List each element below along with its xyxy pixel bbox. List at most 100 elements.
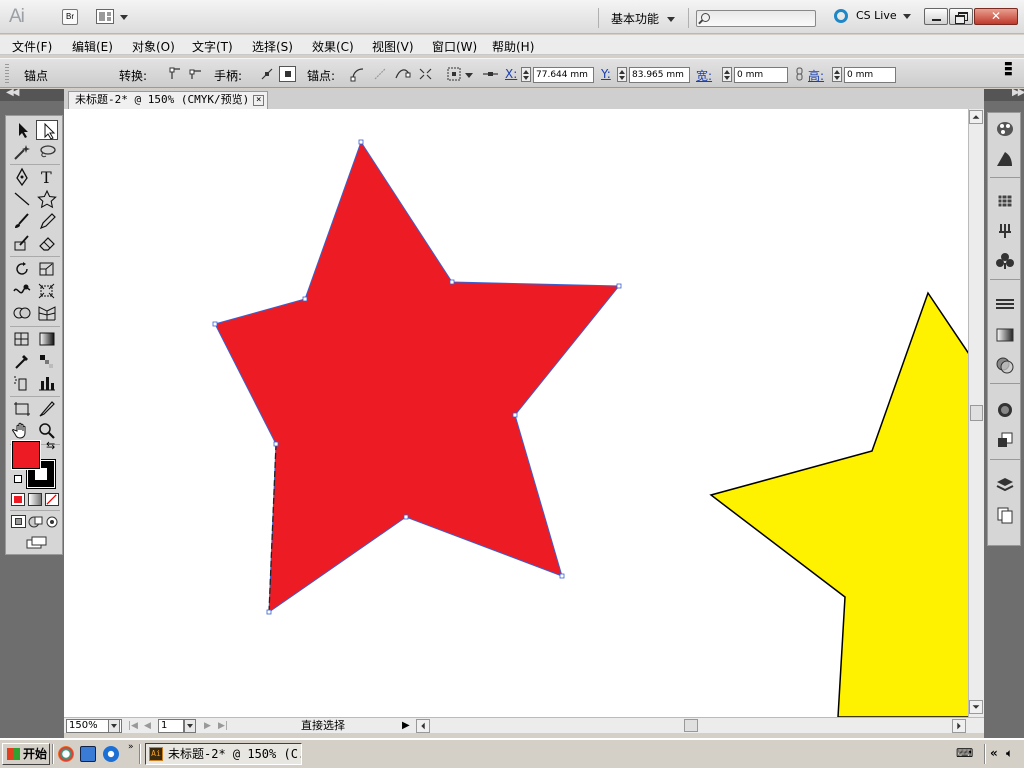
warp-tool[interactable] [11,281,33,301]
status-tool-name[interactable]: 直接选择 [234,719,412,733]
scroll-up-button[interactable] [969,110,983,124]
perspective-grid-tool[interactable] [36,303,58,323]
swap-colors-icon[interactable]: ⇆ [46,439,55,452]
blend-tool[interactable] [36,351,58,371]
scroll-down-button[interactable] [969,700,983,714]
scroll-left-button[interactable] [416,719,430,733]
color-guide-icon[interactable] [994,149,1016,169]
convert-to-corner-icon[interactable] [168,66,185,82]
gradient-tool[interactable] [36,329,58,349]
reference-point-icon[interactable] [482,66,499,82]
chrome-icon[interactable] [58,746,74,762]
y-field[interactable]: 83.965 mm [629,67,690,83]
blob-brush-tool[interactable] [11,233,33,253]
anchor-point[interactable] [358,139,364,145]
quick-launch-overflow-icon[interactable]: » [128,742,134,752]
height-field[interactable]: 0 mm [844,67,896,83]
collapse-toolbar-button[interactable]: ◀◀ [0,87,64,101]
menu-help[interactable]: 帮助(H) [492,38,534,55]
rotate-tool[interactable] [11,259,33,279]
free-transform-tool[interactable] [36,281,58,301]
chevron-down-icon[interactable] [465,73,473,78]
workspace-switcher[interactable]: 基本功能 [611,10,676,27]
taskbar-illustrator-window[interactable]: Ai 未标题-2* @ 150% (C... [145,743,302,765]
menu-edit[interactable]: 编辑(E) [72,38,113,55]
internet-explorer-icon[interactable] [103,746,119,762]
yellow-star-shape[interactable] [709,291,968,717]
gradient-mode-button[interactable] [28,493,42,506]
restore-button[interactable] [949,8,973,25]
zoom-tool[interactable] [36,421,58,441]
speaker-icon[interactable]: 🔈︎ [1006,746,1013,761]
last-artboard-icon[interactable]: ▶| [218,721,228,731]
next-artboard-icon[interactable]: ▶ [204,721,211,731]
pencil-tool[interactable] [36,211,58,231]
stroke-panel-icon[interactable] [994,295,1016,315]
status-menu-icon[interactable]: ▶ [402,720,410,731]
expand-panels-button[interactable]: ▶▶ [984,87,1024,101]
menu-select[interactable]: 选择(S) [252,38,293,55]
artboard-tool[interactable] [11,399,33,419]
type-tool[interactable]: T [36,167,58,187]
column-graph-tool[interactable] [36,373,58,393]
cs-live-menu[interactable]: CS Live [834,9,911,23]
anchor-point[interactable] [403,514,409,520]
scale-tool[interactable] [36,259,58,279]
anchor-point[interactable] [212,321,218,327]
swatches-panel-icon[interactable] [994,191,1016,211]
symbols-panel-icon[interactable] [994,251,1016,271]
none-mode-button[interactable] [45,493,59,506]
show-handles-icon[interactable] [259,66,276,82]
vertical-scrollbar[interactable] [968,109,984,717]
hand-tool[interactable] [11,421,33,441]
previous-artboard-icon[interactable]: ◀ [144,721,151,731]
y-stepper[interactable] [617,67,627,82]
draw-normal-button[interactable] [11,515,26,528]
color-mode-button[interactable] [11,493,25,506]
symbol-sprayer-tool[interactable] [11,373,33,393]
menu-view[interactable]: 视图(V) [372,38,414,55]
menu-effect[interactable]: 效果(C) [312,38,354,55]
eraser-tool[interactable] [36,233,58,253]
artboards-panel-icon[interactable] [994,505,1016,525]
anchor-point[interactable] [512,412,518,418]
cut-path-icon[interactable] [394,66,411,82]
quick-launch-icon[interactable] [80,746,96,762]
start-button[interactable]: 开始 [2,743,50,765]
horizontal-scroll-thumb[interactable] [684,719,698,732]
graphic-styles-icon[interactable] [994,430,1016,450]
minimize-button[interactable] [924,8,948,25]
anchor-point[interactable] [302,296,308,302]
anchor-point[interactable] [273,441,279,447]
connect-anchors-icon[interactable] [372,66,389,82]
draw-behind-button[interactable] [28,515,43,528]
star-tool[interactable] [36,189,58,209]
appearance-panel-icon[interactable] [994,400,1016,420]
panel-grip[interactable] [5,64,9,84]
search-input[interactable] [696,10,816,27]
zoom-dropdown[interactable] [108,719,120,733]
selection-tool[interactable] [11,120,33,140]
x-stepper[interactable] [521,67,531,82]
align-options-icon[interactable] [446,66,463,82]
screen-mode-button[interactable] [26,536,48,549]
x-field[interactable]: 77.644 mm [533,67,594,83]
width-stepper[interactable] [722,67,732,82]
menu-type[interactable]: 文字(T) [192,38,233,55]
gradient-panel-icon[interactable] [994,325,1016,345]
first-artboard-icon[interactable]: |◀ [128,721,138,731]
pen-tool[interactable] [11,167,33,187]
paintbrush-tool[interactable] [11,211,33,231]
brushes-panel-icon[interactable] [994,221,1016,241]
arrange-documents-button[interactable] [96,9,130,25]
eyedropper-tool[interactable] [11,351,33,371]
keyboard-icon[interactable]: ⌨ [956,746,973,760]
document-tab[interactable]: 未标题-2* @ 150% (CMYK/预览) × [68,91,269,109]
menu-object[interactable]: 对象(O) [132,38,175,55]
red-star-shape[interactable] [215,142,619,612]
remove-anchor-icon[interactable] [350,66,367,82]
mesh-tool[interactable] [11,329,33,349]
direct-selection-tool[interactable] [36,120,58,140]
slice-tool[interactable] [36,399,58,419]
hide-handles-icon[interactable] [279,66,296,82]
